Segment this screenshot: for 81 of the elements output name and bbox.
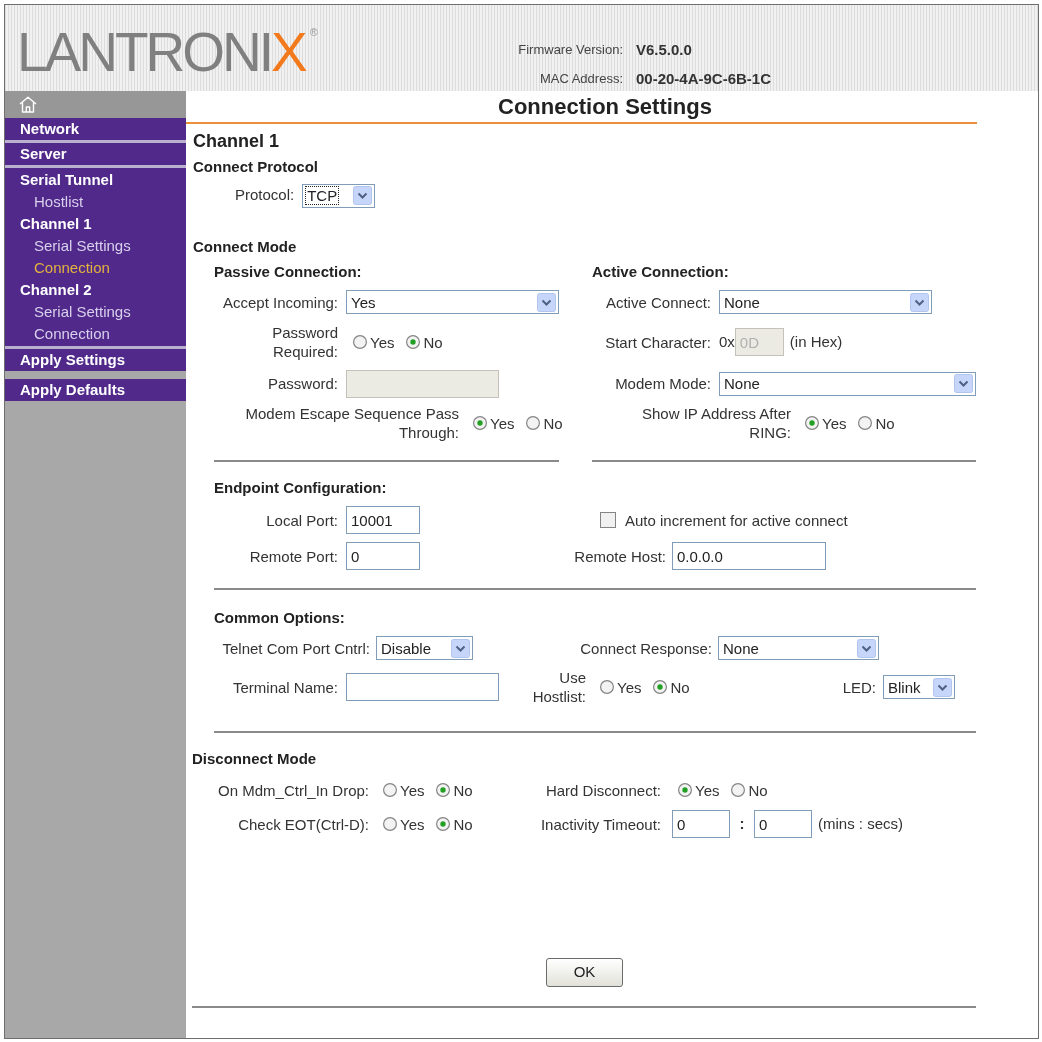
- dropdown[interactable]: Blink: [883, 675, 955, 699]
- radio-option[interactable]: Yes: [383, 814, 425, 834]
- nav-link[interactable]: Server: [20, 142, 67, 166]
- field-label: Remote Host:: [574, 546, 666, 566]
- dropdown[interactable]: Disable: [376, 636, 473, 660]
- field-label: On Mdm_Ctrl_In Drop:: [218, 780, 369, 800]
- nav-link[interactable]: Serial Settings: [34, 300, 131, 324]
- field-label: Modem Mode:: [615, 374, 711, 393]
- field-label: Local Port:: [266, 510, 338, 530]
- mac-address-label: MAC Address:: [539, 70, 623, 89]
- checkbox-option[interactable]: Auto increment for active connect: [600, 510, 848, 530]
- field-label: Inactivity Timeout:: [540, 814, 661, 834]
- radio-option[interactable]: Yes: [678, 780, 720, 800]
- field-label: Use Hostlist:: [531, 668, 586, 706]
- text-input[interactable]: 10001: [346, 506, 420, 534]
- text-input[interactable]: 0.0.0.0: [672, 542, 826, 570]
- ok-button[interactable]: OK: [546, 958, 623, 987]
- firmware-label: Firmware Version:: [518, 41, 623, 60]
- nav-link[interactable]: Channel 2: [20, 278, 92, 302]
- nav-link[interactable]: Apply Defaults: [20, 378, 125, 402]
- company-logo: LANTRONIX®: [17, 25, 318, 80]
- section-heading: Endpoint Configuration:: [214, 477, 387, 498]
- nav-link[interactable]: Apply Settings: [20, 348, 125, 372]
- section-heading: Passive Connection:: [214, 261, 362, 282]
- field-label: Password Required:: [271, 323, 338, 361]
- unit-label: (in Hex): [789, 331, 843, 352]
- dropdown[interactable]: None: [719, 290, 932, 314]
- field-label: Modem Escape Sequence Pass Through:: [244, 404, 459, 442]
- radio-option[interactable]: No: [436, 780, 473, 800]
- text-input[interactable]: 0: [754, 810, 812, 838]
- text-input[interactable]: 0: [672, 810, 730, 838]
- field-label: Accept Incoming:: [222, 292, 338, 312]
- dropdown[interactable]: Yes: [346, 290, 559, 314]
- radio-option[interactable]: No: [436, 814, 473, 834]
- radio-option[interactable]: Yes: [805, 413, 847, 433]
- field-label: Telnet Com Port Cntrl:: [222, 638, 370, 658]
- radio-option[interactable]: Yes: [383, 780, 425, 800]
- dropdown[interactable]: None: [718, 636, 879, 660]
- dropdown[interactable]: TCP: [302, 183, 376, 208]
- section-heading: Active Connection:: [592, 261, 729, 282]
- section-heading: Disconnect Mode: [192, 748, 317, 769]
- text-input[interactable]: [346, 673, 499, 701]
- field-label: Remote Port:: [249, 546, 338, 566]
- field-label: Active Connect:: [605, 292, 711, 312]
- dropdown[interactable]: None: [719, 371, 976, 396]
- field-label: Show IP Address After RING:: [641, 404, 791, 442]
- radio-option[interactable]: No: [406, 332, 443, 352]
- mac-address-value: 00-20-4A-9C-6B-1C: [636, 68, 772, 89]
- nav-link[interactable]: Connection: [34, 256, 110, 280]
- section-heading: Common Options:: [214, 607, 345, 628]
- home-icon[interactable]: [19, 96, 37, 113]
- hex-prefix: 0x: [719, 331, 735, 352]
- radio-option[interactable]: No: [731, 780, 768, 800]
- field-label: Connect Response:: [580, 638, 712, 658]
- radio-option[interactable]: No: [858, 413, 895, 433]
- time-separator: :: [739, 813, 745, 834]
- radio-option[interactable]: No: [653, 677, 690, 697]
- nav-link[interactable]: Serial Settings: [34, 234, 131, 258]
- field-label: Terminal Name:: [232, 677, 338, 697]
- channel-heading: Channel 1: [193, 129, 280, 153]
- field-label: Start Character:: [605, 332, 711, 352]
- field-label: Hard Disconnect:: [545, 780, 661, 800]
- radio-option[interactable]: Yes: [353, 332, 395, 352]
- field-label: Check EOT(Ctrl-D):: [238, 814, 369, 834]
- nav-link[interactable]: Hostlist: [34, 190, 84, 214]
- section-heading: Connect Mode: [193, 236, 297, 257]
- section-heading: Connect Protocol: [193, 156, 318, 177]
- firmware-value: V6.5.0.0: [636, 39, 692, 60]
- nav-link[interactable]: Channel 1: [20, 212, 92, 236]
- radio-option[interactable]: Yes: [600, 677, 642, 697]
- field-label: Protocol:: [235, 185, 295, 206]
- field-label: LED:: [842, 677, 876, 697]
- text-input[interactable]: 0: [346, 542, 420, 570]
- unit-label: (mins : secs): [818, 813, 903, 834]
- radio-option[interactable]: Yes: [473, 413, 515, 433]
- nav-link[interactable]: Connection: [34, 322, 110, 346]
- nav-link[interactable]: Network: [20, 117, 80, 141]
- nav-link[interactable]: Serial Tunnel: [20, 168, 114, 192]
- page-title: Connection Settings: [498, 93, 712, 121]
- field-label: Password:: [267, 374, 338, 393]
- radio-option[interactable]: No: [526, 413, 563, 433]
